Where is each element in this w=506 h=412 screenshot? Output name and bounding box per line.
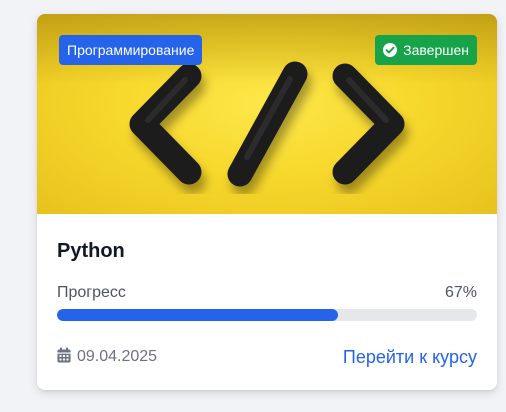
progress-bar (57, 309, 477, 321)
date-label: 09.04.2025 (77, 348, 158, 365)
category-badge: Программирование (59, 35, 203, 65)
course-card: Программирование Завершен Python Прогрес… (37, 14, 497, 390)
status-badge: Завершен (375, 35, 477, 65)
status-label: Завершен (403, 42, 469, 58)
progress-label: Прогресс (57, 284, 126, 301)
course-date: 09.04.2025 (57, 347, 157, 367)
course-cover-image: Программирование Завершен (37, 14, 497, 214)
go-to-course-link[interactable]: Перейти к курсу (343, 346, 477, 368)
calendar-icon (57, 347, 71, 363)
course-title: Python (57, 240, 125, 262)
check-circle-icon (383, 43, 398, 57)
progress-bar-fill (57, 309, 339, 321)
progress-header: Прогресс 67% (57, 284, 477, 304)
progress-percent: 67% (444, 284, 477, 301)
